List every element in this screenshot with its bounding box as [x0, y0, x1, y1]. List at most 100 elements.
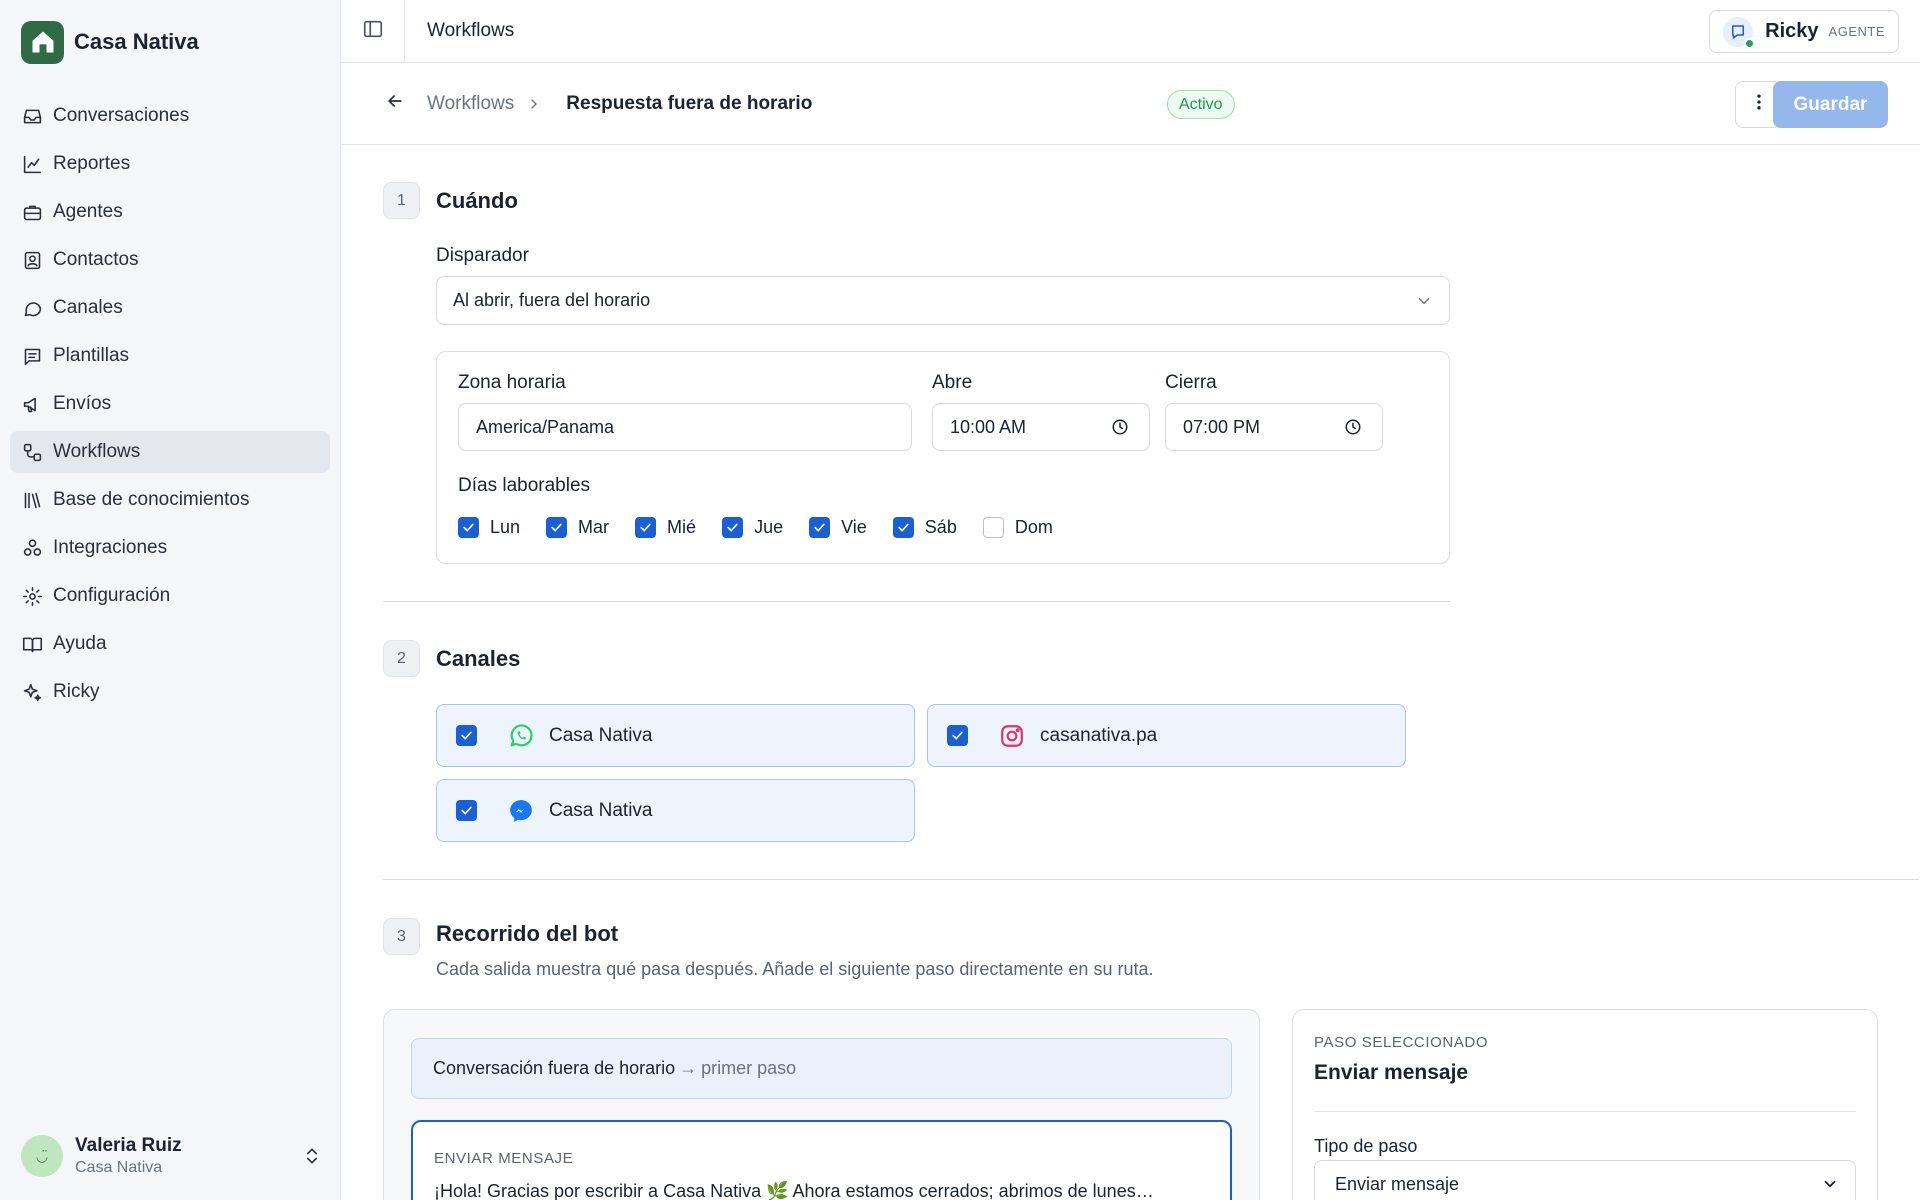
day-label: Lun — [490, 517, 521, 537]
flow-canvas: Conversación fuera de horario → primer p… — [383, 1009, 1260, 1200]
opens-time-input[interactable]: 10:00 AM — [932, 403, 1150, 451]
checkbox-checked[interactable] — [635, 517, 657, 538]
sidebar-item-ayuda[interactable]: Ayuda — [10, 623, 330, 665]
sidebar-item-contactos[interactable]: Contactos — [10, 239, 330, 281]
checkbox-unchecked[interactable] — [982, 517, 1004, 538]
brand[interactable]: Casa Nativa — [0, 0, 340, 84]
arrow-left-icon — [385, 91, 405, 116]
instagram-icon — [998, 722, 1026, 750]
main-content: Workflows Ricky AGENTE Workflows Respues… — [341, 0, 1920, 1200]
sidebar-item-envios[interactable]: Envíos — [10, 383, 330, 425]
day-checkbox-vie[interactable]: Vie — [809, 517, 867, 538]
section-title-when: Cuándo — [436, 188, 518, 213]
step-type-select[interactable]: Enviar mensaje — [1314, 1160, 1856, 1200]
day-label: Dom — [1014, 517, 1053, 537]
avatar: ◡̈ — [21, 1135, 63, 1177]
status-badge: Activo — [1167, 90, 1235, 119]
house-logo-icon — [21, 20, 64, 64]
workdays-group: Lun Mar Mié Jue Vie Sáb Dom — [458, 517, 1079, 538]
library-icon — [21, 489, 43, 511]
sidebar-item-label: Conversaciones — [53, 105, 190, 126]
save-button[interactable]: Guardar — [1773, 81, 1888, 128]
arrow-right-icon: → — [679, 1058, 698, 1078]
sidebar-item-label: Contactos — [53, 249, 139, 270]
sidebar-item-ricky[interactable]: Ricky — [10, 671, 330, 713]
node-message-preview: ¡Hola! Gracias por escribir a Casa Nativ… — [434, 1181, 1154, 1200]
checkbox-checked[interactable] — [456, 800, 477, 821]
user-menu[interactable]: ◡̈ Valeria Ruiz Casa Nativa — [21, 1130, 322, 1182]
section-divider — [383, 601, 1450, 602]
channel-card-instagram[interactable]: casanativa.pa — [927, 704, 1406, 767]
chevron-down-icon — [1821, 1175, 1839, 1193]
section-title-channels: Canales — [436, 646, 521, 671]
day-label: Mié — [667, 517, 697, 537]
day-checkbox-sab[interactable]: Sáb — [892, 517, 957, 538]
sidebar-item-agentes[interactable]: Agentes — [10, 191, 330, 233]
day-checkbox-mar[interactable]: Mar — [546, 517, 609, 538]
channel-card-whatsapp[interactable]: Casa Nativa — [436, 704, 915, 767]
closes-value: 07:00 PM — [1183, 416, 1261, 437]
panel-left-icon — [362, 18, 384, 45]
day-checkbox-jue[interactable]: Jue — [722, 517, 783, 538]
closes-time-input[interactable]: 07:00 PM — [1165, 403, 1383, 451]
blocks-icon — [21, 537, 43, 559]
sidebar-item-reportes[interactable]: Reportes — [10, 143, 330, 185]
sidebar-item-configuracion[interactable]: Configuración — [10, 575, 330, 617]
opens-label: Abre — [932, 372, 973, 393]
channel-name: Casa Nativa — [549, 799, 653, 821]
sidebar-item-base-de-conocimientos[interactable]: Base de conocimientos — [10, 479, 330, 521]
brand-name: Casa Nativa — [74, 29, 199, 54]
trigger-select[interactable]: Al abrir, fuera del horario — [436, 276, 1450, 325]
checkbox-checked[interactable] — [892, 517, 914, 538]
step-number: 2 — [383, 640, 420, 677]
more-vertical-icon — [1749, 92, 1769, 117]
trigger-value: Al abrir, fuera del horario — [453, 290, 651, 310]
chevron-right-icon — [526, 95, 544, 113]
chat-bubble-icon — [21, 297, 43, 319]
sidebar-item-label: Base de conocimientos — [53, 489, 250, 510]
agent-switcher[interactable]: Ricky AGENTE — [1709, 10, 1899, 53]
checkbox-checked[interactable] — [458, 517, 479, 538]
panel-divider — [1314, 1111, 1856, 1112]
checkbox-checked[interactable] — [947, 725, 968, 746]
flow-node-send-message[interactable]: ENVIAR MENSAJE ¡Hola! Gracias por escrib… — [411, 1120, 1232, 1200]
entry-target: primer paso — [701, 1058, 797, 1078]
day-checkbox-lun[interactable]: Lun — [458, 517, 520, 538]
sidebar-toggle-button[interactable] — [341, 0, 405, 63]
checkbox-checked[interactable] — [722, 517, 744, 538]
channel-card-messenger[interactable]: Casa Nativa — [436, 779, 915, 842]
day-label: Jue — [754, 517, 784, 537]
trigger-label: Disparador — [436, 245, 529, 266]
sidebar-item-label: Envíos — [53, 393, 112, 414]
sidebar-item-workflows[interactable]: Workflows — [10, 431, 330, 473]
sidebar-nav: Conversaciones Reportes Agentes Contacto… — [0, 95, 340, 713]
messenger-icon — [507, 797, 535, 825]
breadcrumb-workflows[interactable]: Workflows — [427, 93, 514, 115]
briefcase-icon — [21, 201, 43, 223]
workflow-icon — [21, 441, 43, 463]
sidebar-item-canales[interactable]: Canales — [10, 287, 330, 329]
closes-label: Cierra — [1165, 372, 1217, 393]
sidebar-item-plantillas[interactable]: Plantillas — [10, 335, 330, 377]
sidebar-item-conversaciones[interactable]: Conversaciones — [10, 95, 330, 137]
checkbox-checked[interactable] — [809, 517, 831, 538]
checkbox-checked[interactable] — [456, 725, 477, 746]
entry-source: Conversación fuera de horario — [433, 1058, 676, 1078]
sidebar-item-integraciones[interactable]: Integraciones — [10, 527, 330, 569]
agent-role-badge: AGENTE — [1828, 24, 1885, 39]
back-button[interactable] — [383, 92, 407, 116]
step-type-label: Tipo de paso — [1314, 1136, 1418, 1156]
sidebar-item-label: Configuración — [53, 585, 171, 606]
day-checkbox-mie[interactable]: Mié — [635, 517, 696, 538]
user-org: Casa Nativa — [75, 1159, 163, 1176]
day-label: Vie — [841, 517, 867, 537]
section-title-journey: Recorrido del bot — [436, 921, 619, 946]
flow-entry-point[interactable]: Conversación fuera de horario → primer p… — [411, 1038, 1232, 1099]
day-label: Sáb — [924, 517, 957, 537]
timezone-input[interactable]: America/Panama — [458, 403, 912, 451]
checkbox-checked[interactable] — [546, 517, 568, 538]
sidebar-item-label: Reportes — [53, 153, 131, 174]
sidebar-item-label: Integraciones — [53, 537, 168, 558]
day-checkbox-dom[interactable]: Dom — [982, 517, 1053, 538]
sidebar-item-label: Ayuda — [53, 633, 107, 654]
